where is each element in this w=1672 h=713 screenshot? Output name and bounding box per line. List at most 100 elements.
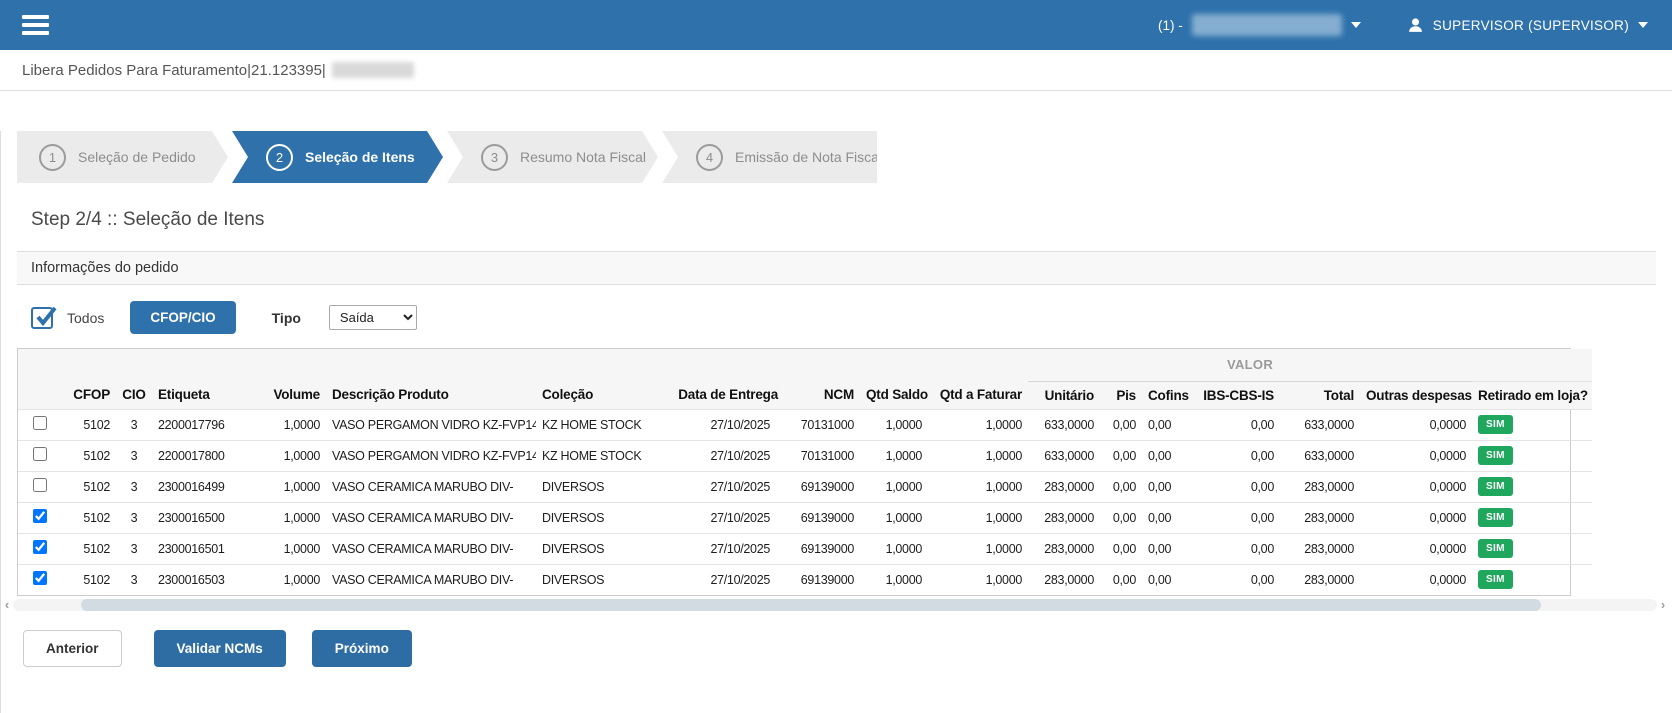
cell-retirado: SIM xyxy=(1472,409,1592,440)
anterior-button[interactable]: Anterior xyxy=(23,630,122,667)
cell-checkbox xyxy=(18,440,62,471)
cell-total: 633,0000 xyxy=(1280,409,1360,440)
cell-outras-despesas: 0,0000 xyxy=(1360,440,1472,471)
cell-total: 633,0000 xyxy=(1280,440,1360,471)
items-table-container: VALOR CFOP CIO Etiqueta Volume Descrição… xyxy=(17,348,1571,596)
cell-volume: 1,0000 xyxy=(248,502,326,533)
cell-pis: 0,00 xyxy=(1100,533,1142,564)
cell-ibs-cbs-is: 0,00 xyxy=(1194,533,1280,564)
cell-cofins: 0,00 xyxy=(1142,409,1194,440)
table-header-row: CFOP CIO Etiqueta Volume Descrição Produ… xyxy=(18,381,1592,409)
cell-total: 283,0000 xyxy=(1280,502,1360,533)
top-navbar: (1) - SUPERVISOR (SUPERVISOR) xyxy=(0,0,1672,50)
cell-outras-despesas: 0,0000 xyxy=(1360,409,1472,440)
cell-data-entrega: 27/10/2025 xyxy=(654,440,784,471)
cell-ncm: 69139000 xyxy=(784,502,860,533)
retirado-badge: SIM xyxy=(1478,477,1513,496)
cell-etiqueta: 2200017796 xyxy=(152,409,248,440)
user-menu[interactable]: SUPERVISOR (SUPERVISOR) xyxy=(1407,17,1648,34)
cell-pis: 0,00 xyxy=(1100,564,1142,595)
cfop-cio-button[interactable]: CFOP/CIO xyxy=(130,301,235,334)
cell-pis: 0,00 xyxy=(1100,440,1142,471)
cell-checkbox xyxy=(18,471,62,502)
store-selector[interactable]: (1) - xyxy=(1158,14,1361,36)
cell-cfop: 5102 xyxy=(62,502,116,533)
row-checkbox[interactable] xyxy=(33,540,47,554)
cell-qtd-saldo: 1,0000 xyxy=(860,440,928,471)
cell-etiqueta: 2300016499 xyxy=(152,471,248,502)
cell-retirado: SIM xyxy=(1472,471,1592,502)
chevron-down-icon xyxy=(1638,22,1648,28)
cell-total: 283,0000 xyxy=(1280,564,1360,595)
filter-row: Todos CFOP/CIO Tipo Saída xyxy=(31,301,1672,334)
cell-data-entrega: 27/10/2025 xyxy=(654,471,784,502)
col-cio: CIO xyxy=(116,381,152,409)
cell-qtd-faturar: 1,0000 xyxy=(928,409,1028,440)
todos-checkbox[interactable] xyxy=(31,307,53,329)
step-resumo-nota-fiscal[interactable]: 3 Resumo Nota Fiscal xyxy=(447,131,658,183)
cell-unitario: 633,0000 xyxy=(1028,440,1100,471)
scroll-right-icon[interactable]: › xyxy=(1657,598,1669,612)
table-row: 5102 3 2300016501 1,0000 VASO CERAMICA M… xyxy=(18,533,1592,564)
cell-descricao: VASO CERAMICA MARUBO DIV- xyxy=(326,502,536,533)
cell-cio: 3 xyxy=(116,502,152,533)
cell-colecao: DIVERSOS xyxy=(536,471,654,502)
step-emissao-de-nota-fiscal[interactable]: 4 Emissão de Nota Fiscal xyxy=(662,131,877,183)
row-checkbox[interactable] xyxy=(33,416,47,430)
table-row: 5102 3 2200017796 1,0000 VASO PERGAMON V… xyxy=(18,409,1592,440)
tipo-select[interactable]: Saída xyxy=(329,305,417,330)
cell-unitario: 283,0000 xyxy=(1028,502,1100,533)
col-ibs-cbs-is: IBS-CBS-IS xyxy=(1194,381,1280,409)
retirado-badge: SIM xyxy=(1478,446,1513,465)
cell-qtd-saldo: 1,0000 xyxy=(860,471,928,502)
cell-ncm: 69139000 xyxy=(784,471,860,502)
step-title: Step 2/4 :: Seleção de Itens xyxy=(31,209,1672,231)
cell-ncm: 69139000 xyxy=(784,564,860,595)
cell-cio: 3 xyxy=(116,409,152,440)
cell-ibs-cbs-is: 0,00 xyxy=(1194,564,1280,595)
table-row: 5102 3 2300016499 1,0000 VASO CERAMICA M… xyxy=(18,471,1592,502)
row-checkbox[interactable] xyxy=(33,509,47,523)
cell-etiqueta: 2300016503 xyxy=(152,564,248,595)
cell-data-entrega: 27/10/2025 xyxy=(654,409,784,440)
cell-cofins: 0,00 xyxy=(1142,564,1194,595)
scroll-left-icon[interactable]: ‹ xyxy=(1,598,13,612)
row-checkbox[interactable] xyxy=(33,478,47,492)
step-selecao-de-pedido[interactable]: 1 Seleção de Pedido xyxy=(17,131,228,183)
table-group-header-row: VALOR xyxy=(18,349,1592,381)
proximo-button[interactable]: Próximo xyxy=(312,630,412,667)
cell-total: 283,0000 xyxy=(1280,533,1360,564)
valor-group-header: VALOR xyxy=(1028,349,1472,381)
retirado-badge: SIM xyxy=(1478,415,1513,434)
cell-cfop: 5102 xyxy=(62,440,116,471)
col-total: Total xyxy=(1280,381,1360,409)
step-selecao-de-itens[interactable]: 2 Seleção de Itens xyxy=(232,131,443,183)
scrollbar-track[interactable] xyxy=(13,599,1657,611)
validar-ncms-button[interactable]: Validar NCMs xyxy=(154,630,286,667)
col-qtd-faturar: Qtd a Faturar xyxy=(928,381,1028,409)
cell-cfop: 5102 xyxy=(62,564,116,595)
table-row: 5102 3 2300016500 1,0000 VASO CERAMICA M… xyxy=(18,502,1592,533)
step-number: 3 xyxy=(481,144,508,171)
cell-outras-despesas: 0,0000 xyxy=(1360,533,1472,564)
col-cofins: Cofins xyxy=(1142,381,1194,409)
cell-total: 283,0000 xyxy=(1280,471,1360,502)
section-header: Informações do pedido xyxy=(17,251,1656,285)
cell-qtd-faturar: 1,0000 xyxy=(928,564,1028,595)
cell-cofins: 0,00 xyxy=(1142,440,1194,471)
retirado-badge: SIM xyxy=(1478,570,1513,589)
row-checkbox[interactable] xyxy=(33,571,47,585)
row-checkbox[interactable] xyxy=(33,447,47,461)
scrollbar-thumb[interactable] xyxy=(81,599,1541,611)
user-icon xyxy=(1407,17,1424,34)
cell-volume: 1,0000 xyxy=(248,440,326,471)
col-retirado-em-loja: Retirado em loja? xyxy=(1472,381,1592,409)
cell-cfop: 5102 xyxy=(62,471,116,502)
table-body: 5102 3 2200017796 1,0000 VASO PERGAMON V… xyxy=(18,409,1592,595)
cell-cofins: 0,00 xyxy=(1142,502,1194,533)
menu-hamburger-icon[interactable] xyxy=(22,15,49,35)
retirado-badge: SIM xyxy=(1478,539,1513,558)
cell-retirado: SIM xyxy=(1472,502,1592,533)
cell-pis: 0,00 xyxy=(1100,502,1142,533)
cell-colecao: KZ HOME STOCK xyxy=(536,409,654,440)
